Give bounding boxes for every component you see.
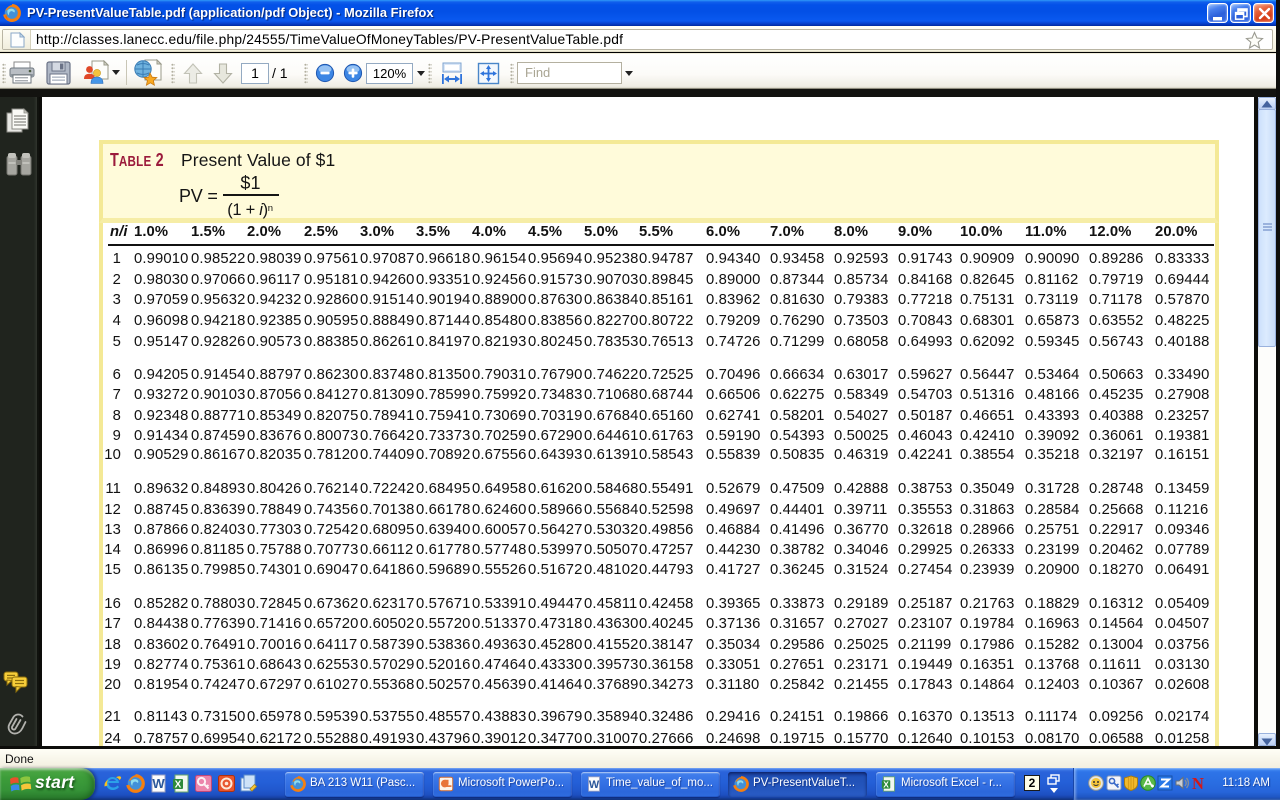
svg-text:X: X xyxy=(883,779,889,789)
svg-text:X: X xyxy=(175,780,182,791)
svg-text:W: W xyxy=(589,779,600,791)
svg-text:N: N xyxy=(1192,775,1204,791)
svg-text:W: W xyxy=(152,776,165,791)
